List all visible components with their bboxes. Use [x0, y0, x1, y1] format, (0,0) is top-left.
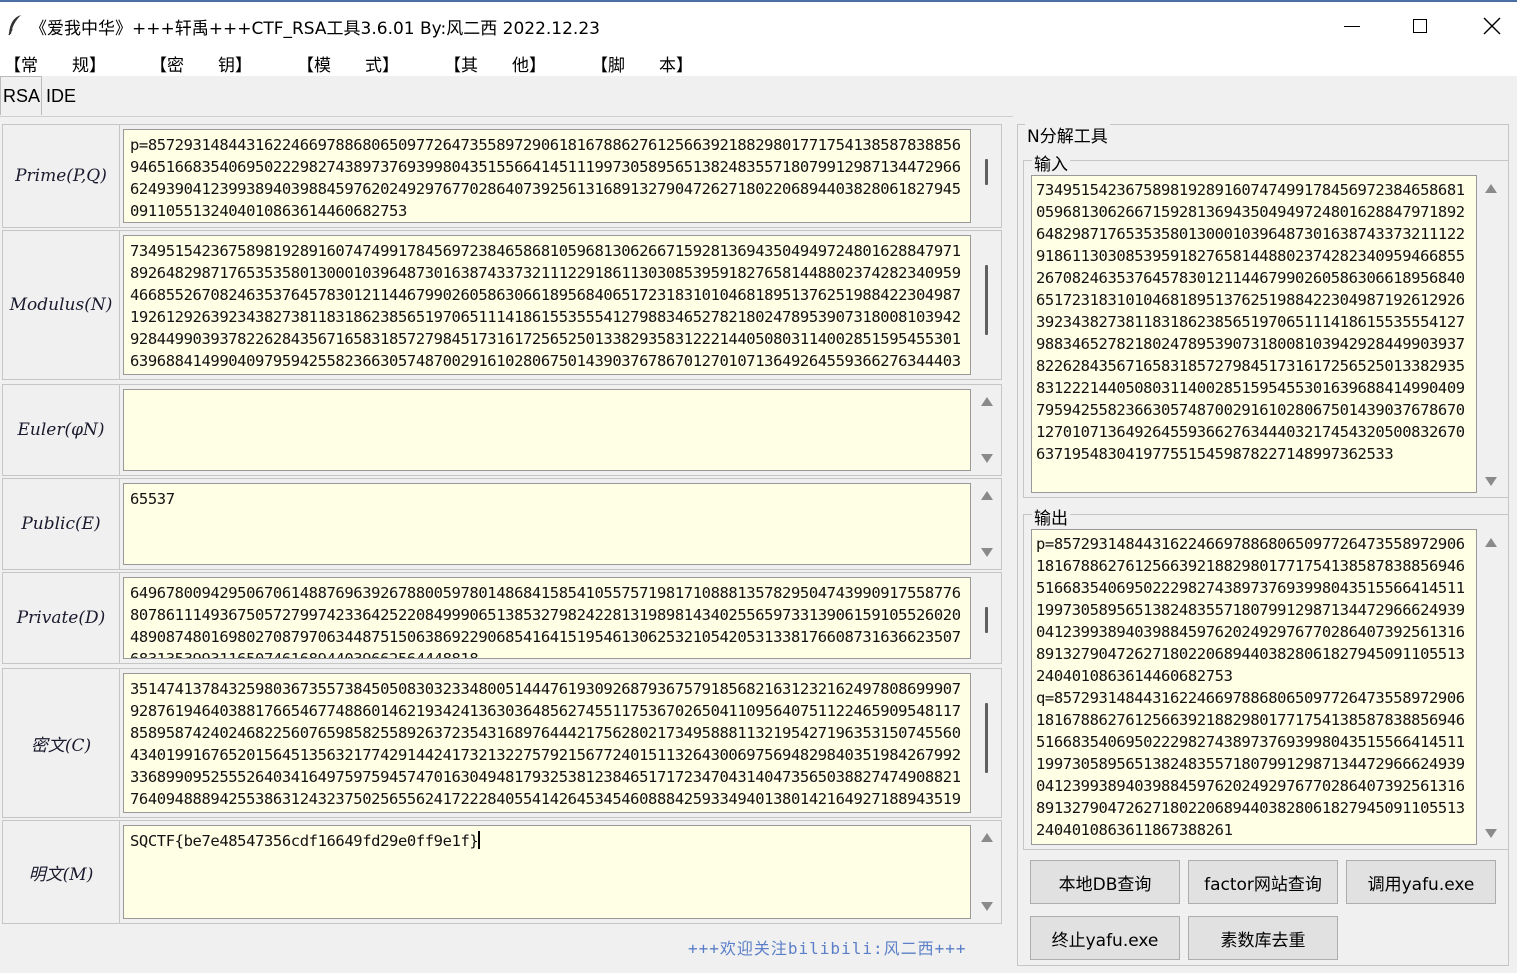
tab-rsa[interactable]: RSA: [0, 76, 42, 115]
modulus-label: Modulus(N): [3, 231, 120, 379]
scroll-down-icon[interactable]: [1485, 829, 1497, 838]
minimize-icon: [1344, 25, 1360, 27]
menu-mode[interactable]: 【模 式】: [297, 51, 399, 76]
prime-dedupe-button[interactable]: 素数库去重: [1188, 916, 1338, 960]
modulus-row: Modulus(N) 73495154236758981928916074749…: [2, 230, 1002, 380]
private-scrollbar[interactable]: [975, 577, 999, 659]
close-icon: [1483, 17, 1501, 35]
plain-label: 明文(M): [3, 821, 120, 923]
euler-value: [124, 390, 970, 398]
public-value: 65537: [130, 490, 175, 508]
factor-output-field[interactable]: p=85729314844316224669788680650977264735…: [1031, 529, 1477, 845]
input-group-label: 输入: [1032, 150, 1070, 175]
menu-other[interactable]: 【其 他】: [444, 51, 546, 76]
modulus-scrollbar[interactable]: [975, 235, 999, 375]
run-yafu-button[interactable]: 调用yafu.exe: [1346, 860, 1496, 904]
euler-scrollbar[interactable]: [975, 389, 999, 471]
public-field[interactable]: 65537: [123, 483, 971, 565]
tab-ide[interactable]: IDE: [44, 78, 78, 114]
scroll-up-icon[interactable]: [981, 491, 993, 500]
scroll-thumb[interactable]: [985, 607, 988, 633]
euler-label: Euler(φN): [3, 385, 120, 475]
factor-input-value: 7349515423675898192891607474991784569723…: [1036, 181, 1465, 463]
public-label: Public(E): [3, 479, 120, 569]
minimize-button[interactable]: [1322, 8, 1382, 44]
factor-site-query-button[interactable]: factor网站查询: [1188, 860, 1338, 904]
output-scrollbar[interactable]: [1479, 530, 1503, 846]
prime-label: Prime(P,Q): [3, 125, 120, 227]
plain-row: 明文(M) SQCTF{be7e48547356cdf16649fd29e0ff…: [2, 820, 1002, 924]
cipher-value: 3514741378432598036735573845050830323348…: [130, 680, 961, 808]
menu-keys[interactable]: 【密 钥】: [150, 51, 252, 76]
factor-panel-title: N分解工具: [1025, 122, 1110, 147]
input-scrollbar[interactable]: [1479, 176, 1503, 494]
feather-icon: [8, 15, 21, 36]
private-label: Private(D): [3, 573, 120, 663]
public-scrollbar[interactable]: [975, 483, 999, 565]
scroll-thumb[interactable]: [985, 159, 988, 185]
scroll-down-icon[interactable]: [981, 454, 993, 463]
scroll-down-icon[interactable]: [981, 902, 993, 911]
tab-divider: [0, 116, 1013, 117]
menu-general[interactable]: 【常 规】: [4, 51, 106, 76]
plain-scrollbar[interactable]: [975, 825, 999, 919]
plain-value: SQCTF{be7e48547356cdf16649fd29e0ff9e1f}: [130, 832, 479, 850]
scroll-up-icon[interactable]: [981, 833, 993, 842]
public-row: Public(E) 65537: [2, 478, 1002, 570]
private-field[interactable]: 6496780094295067061488769639267880059780…: [123, 577, 971, 659]
euler-row: Euler(φN): [2, 384, 1002, 476]
prime-row: Prime(P,Q) p=857293148443162246697886806…: [2, 124, 1002, 228]
prime-value: p=85729314844316224669788680650977264735…: [130, 136, 961, 220]
local-db-query-button[interactable]: 本地DB查询: [1030, 860, 1180, 904]
scroll-thumb[interactable]: [985, 265, 988, 335]
factor-input-field[interactable]: 7349515423675898192891607474991784569723…: [1031, 175, 1477, 493]
maximize-button[interactable]: [1390, 8, 1450, 44]
modulus-field[interactable]: 7349515423675898192891607474991784569723…: [123, 235, 971, 375]
title-bar: 《爱我中华》+++轩禹+++CTF_RSA工具3.6.01 By:风二西 202…: [0, 0, 1517, 48]
stop-yafu-button[interactable]: 终止yafu.exe: [1030, 916, 1180, 960]
prime-field[interactable]: p=85729314844316224669788680650977264735…: [123, 129, 971, 223]
factor-output-value: p=85729314844316224669788680650977264735…: [1036, 535, 1465, 839]
cipher-field[interactable]: 3514741378432598036735573845050830323348…: [123, 673, 971, 813]
menu-bar: 【常 规】 【密 钥】 【模 式】 【其 他】 【脚 本】: [0, 48, 1517, 76]
text-caret: [478, 831, 481, 849]
close-button[interactable]: [1462, 8, 1517, 44]
scroll-down-icon[interactable]: [981, 548, 993, 557]
scroll-thumb[interactable]: [985, 703, 988, 773]
cipher-scrollbar[interactable]: [975, 673, 999, 813]
cipher-row: 密文(C) 3514741378432598036735573845050830…: [2, 668, 1002, 818]
scroll-up-icon[interactable]: [1485, 184, 1497, 193]
plain-field[interactable]: SQCTF{be7e48547356cdf16649fd29e0ff9e1f}: [123, 825, 971, 919]
euler-field[interactable]: [123, 389, 971, 471]
private-value: 6496780094295067061488769639267880059780…: [130, 584, 961, 659]
footer-text: +++欢迎关注bilibili:风二西+++: [688, 939, 967, 958]
scroll-up-icon[interactable]: [1485, 538, 1497, 547]
scroll-down-icon[interactable]: [1485, 477, 1497, 486]
modulus-value: 7349515423675898192891607474991784569723…: [130, 242, 961, 370]
private-row: Private(D) 64967800942950670614887696392…: [2, 572, 1002, 664]
scroll-up-icon[interactable]: [981, 397, 993, 406]
prime-scrollbar[interactable]: [975, 129, 999, 223]
menu-script[interactable]: 【脚 本】: [591, 51, 693, 76]
maximize-icon: [1413, 19, 1427, 33]
window-title: 《爱我中华》+++轩禹+++CTF_RSA工具3.6.01 By:风二西 202…: [30, 19, 600, 39]
output-group-label: 输出: [1032, 504, 1070, 529]
cipher-label: 密文(C): [3, 669, 120, 817]
